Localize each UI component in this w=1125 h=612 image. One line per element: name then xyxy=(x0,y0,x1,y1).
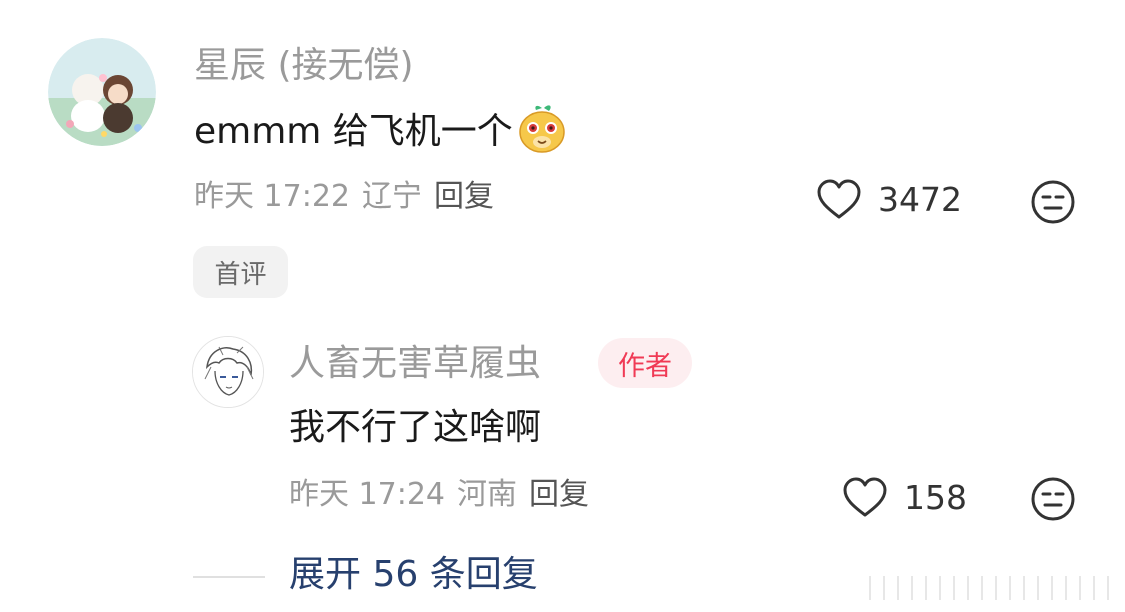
like-count: 3472 xyxy=(878,179,962,219)
comment-text-body: emmm 给飞机一个 xyxy=(194,111,513,152)
commenter-avatar[interactable] xyxy=(48,38,156,146)
reply-reply-button[interactable]: 回复 xyxy=(529,477,589,512)
heart-outline-icon xyxy=(817,179,861,219)
reply-like-count: 158 xyxy=(904,477,967,517)
comment-text: emmm 给飞机一个 xyxy=(194,105,567,154)
watermark-texture xyxy=(869,576,1109,600)
heart-outline-icon xyxy=(843,477,887,517)
reply-location: 河南 xyxy=(457,477,517,512)
author-badge: 作者 xyxy=(598,338,692,388)
comment-time: 昨天 17:22 xyxy=(194,179,350,214)
neutral-face-icon[interactable] xyxy=(1030,179,1076,225)
comment-location: 辽宁 xyxy=(362,179,422,214)
reply-like-button[interactable]: 158 xyxy=(842,476,967,518)
comment-thread: 星辰 (接无偿) emmm 给飞机一个 昨天 17:22辽宁回复 3472 xyxy=(0,0,1125,612)
replier-username[interactable]: 人畜无害草履虫 xyxy=(289,346,541,382)
reply-text: 我不行了这啥啊 xyxy=(289,407,542,448)
comment-meta: 昨天 17:22 辽宁 回复 xyxy=(194,182,506,212)
like-button[interactable]: 3472 xyxy=(816,178,962,220)
reply-button[interactable]: 回复 xyxy=(434,179,494,214)
commenter-username[interactable]: 星辰 (接无偿) xyxy=(194,48,414,84)
yellow-face-sticker-icon xyxy=(519,105,565,153)
reply-time: 昨天 17:24 xyxy=(289,477,445,512)
expand-replies-button[interactable]: 展开 56 条回复 xyxy=(289,557,538,593)
expand-divider xyxy=(193,576,265,578)
reply-meta: 昨天 17:24 河南 回复 xyxy=(289,480,601,510)
replier-avatar[interactable] xyxy=(192,336,264,408)
first-comment-tag: 首评 xyxy=(193,246,288,298)
neutral-face-icon[interactable] xyxy=(1030,476,1076,522)
